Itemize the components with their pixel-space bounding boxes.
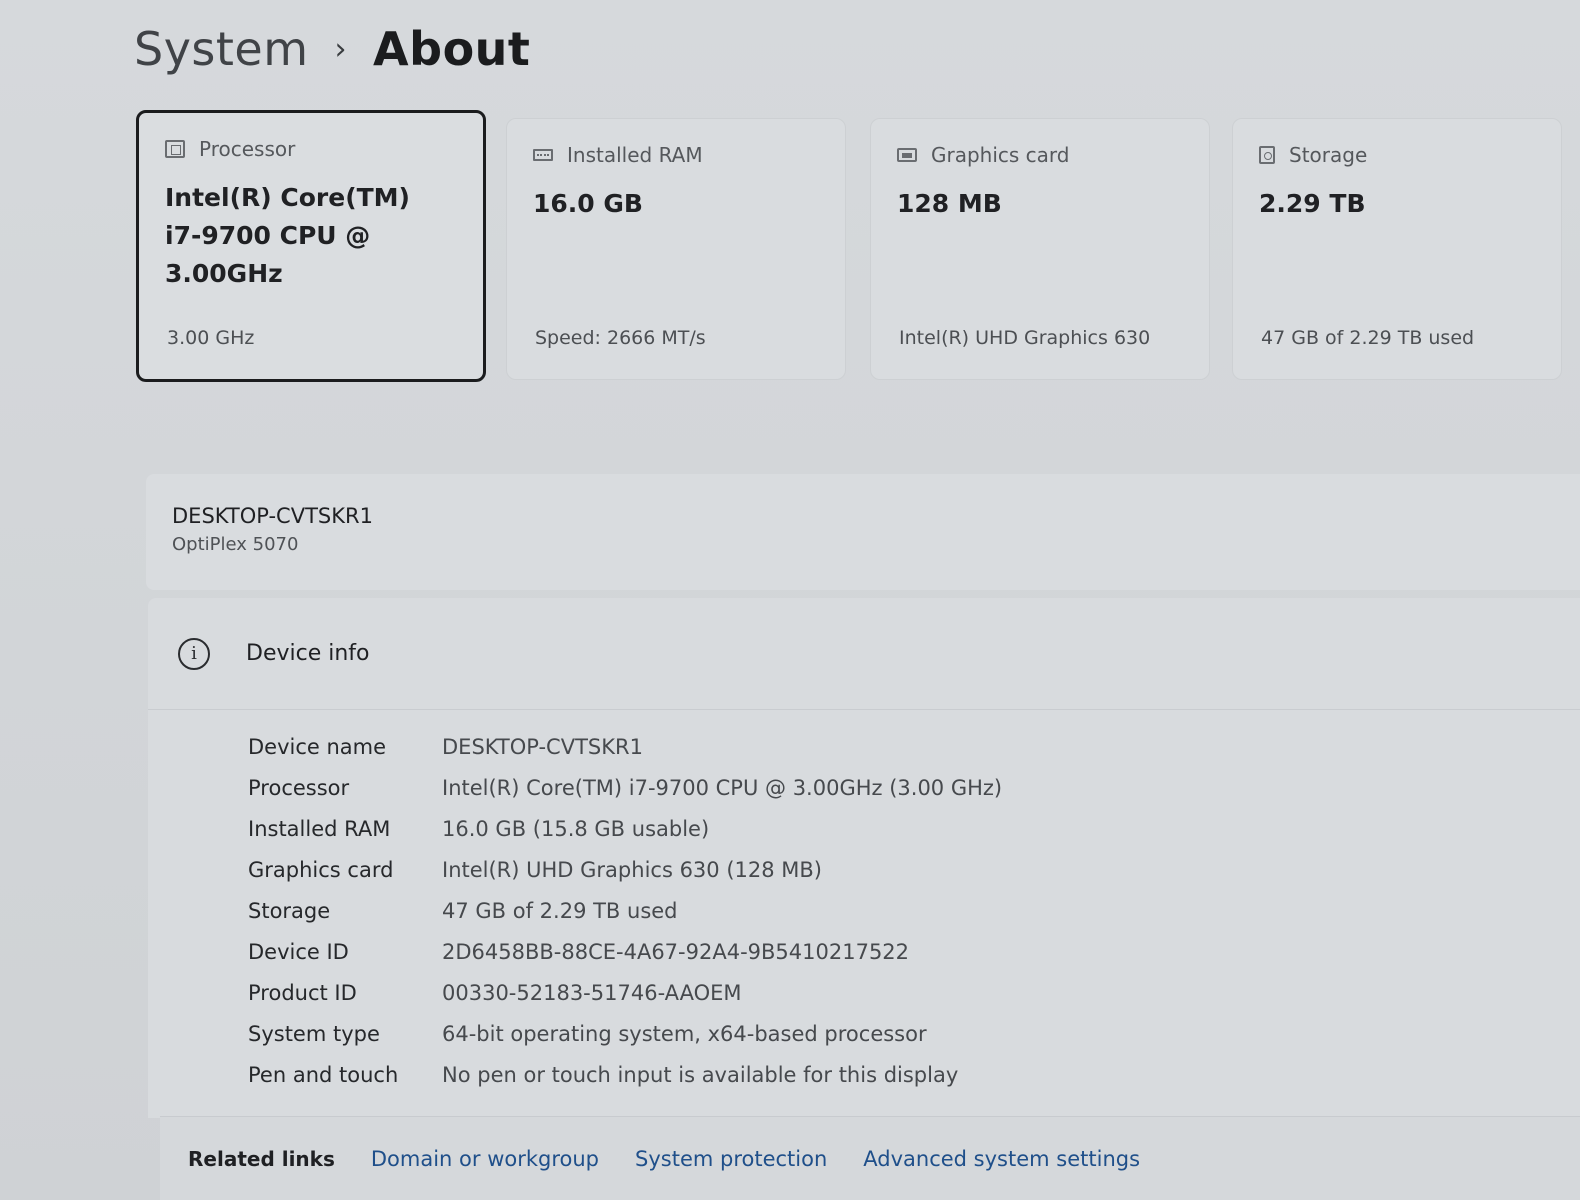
spec-row: Graphics card Intel(R) UHD Graphics 630 … xyxy=(248,849,1002,890)
spec-cards: Processor Intel(R) Core(TM) i7-9700 CPU … xyxy=(136,110,1580,390)
ram-card-value: 16.0 GB xyxy=(533,189,643,218)
about-page: System › About Processor Intel(R) Core(T… xyxy=(0,0,1580,1200)
spec-value: 2D6458BB-88CE-4A67-92A4-9B5410217522 xyxy=(442,939,910,964)
ram-icon xyxy=(533,149,553,161)
spec-row: Pen and touch No pen or touch input is a… xyxy=(248,1054,1002,1095)
spec-value: 47 GB of 2.29 TB used xyxy=(442,898,678,923)
domain-or-workgroup-link[interactable]: Domain or workgroup xyxy=(371,1147,599,1171)
spec-row: Product ID 00330-52183-51746-AAOEM xyxy=(248,972,1002,1013)
spec-value: DESKTOP-CVTSKR1 xyxy=(442,734,643,759)
device-info-header[interactable]: i Device info xyxy=(148,598,1580,710)
spec-key: Storage xyxy=(248,898,331,923)
breadcrumb-system[interactable]: System xyxy=(134,22,309,76)
storage-card-sub: 47 GB of 2.29 TB used xyxy=(1261,327,1475,349)
spec-key: Installed RAM xyxy=(248,816,391,841)
ram-card-sub: Speed: 2666 MT/s xyxy=(535,327,706,349)
graphics-card-card[interactable]: Graphics card 128 MB Intel(R) UHD Graphi… xyxy=(870,118,1210,380)
spec-row: Device ID 2D6458BB-88CE-4A67-92A4-9B5410… xyxy=(248,931,1002,972)
graphics-card-title: Graphics card xyxy=(931,143,1070,167)
spec-value: 00330-52183-51746-AAOEM xyxy=(442,980,742,1005)
breadcrumb: System › About xyxy=(134,22,530,76)
storage-card-title: Storage xyxy=(1289,143,1368,167)
spec-value: 16.0 GB (15.8 GB usable) xyxy=(442,816,710,841)
advanced-system-settings-link[interactable]: Advanced system settings xyxy=(863,1147,1140,1171)
device-info-title: Device info xyxy=(246,641,370,666)
spec-row: Storage 47 GB of 2.29 TB used xyxy=(248,890,1002,931)
spec-value: Intel(R) UHD Graphics 630 (128 MB) xyxy=(442,857,822,882)
spec-key: Device name xyxy=(248,734,387,759)
spec-key: Pen and touch xyxy=(248,1062,399,1087)
processor-card[interactable]: Processor Intel(R) Core(TM) i7-9700 CPU … xyxy=(136,110,486,382)
spec-row: Device name DESKTOP-CVTSKR1 xyxy=(248,726,1002,767)
storage-card-value: 2.29 TB xyxy=(1259,189,1366,218)
spec-row: System type 64-bit operating system, x64… xyxy=(248,1013,1002,1054)
spec-key: System type xyxy=(248,1021,380,1046)
graphics-card-icon xyxy=(897,148,917,162)
device-specs-list: Device name DESKTOP-CVTSKR1 Processor In… xyxy=(248,726,1002,1095)
device-name: DESKTOP-CVTSKR1 xyxy=(172,504,373,528)
spec-value: Intel(R) Core(TM) i7-9700 CPU @ 3.00GHz … xyxy=(442,775,1003,800)
storage-card[interactable]: Storage 2.29 TB 47 GB of 2.29 TB used xyxy=(1232,118,1562,380)
device-model: OptiPlex 5070 xyxy=(172,534,299,555)
graphics-card-value: 128 MB xyxy=(897,189,1002,218)
device-banner: DESKTOP-CVTSKR1 OptiPlex 5070 xyxy=(146,474,1580,590)
spec-row: Processor Intel(R) Core(TM) i7-9700 CPU … xyxy=(248,767,1002,808)
spec-row: Installed RAM 16.0 GB (15.8 GB usable) xyxy=(248,808,1002,849)
ram-card[interactable]: Installed RAM 16.0 GB Speed: 2666 MT/s xyxy=(506,118,846,380)
chevron-right-icon: › xyxy=(334,31,348,67)
spec-value: No pen or touch input is available for t… xyxy=(442,1062,959,1087)
info-icon: i xyxy=(178,637,210,670)
processor-icon xyxy=(165,140,185,158)
related-links-bar: Related links Domain or workgroup System… xyxy=(160,1116,1580,1200)
spec-key: Graphics card xyxy=(248,857,394,882)
graphics-card-sub: Intel(R) UHD Graphics 630 xyxy=(899,327,1151,349)
storage-icon xyxy=(1259,146,1275,164)
processor-card-sub: 3.00 GHz xyxy=(167,327,255,349)
spec-key: Device ID xyxy=(248,939,349,964)
processor-card-value: Intel(R) Core(TM) i7-9700 CPU @ 3.00GHz xyxy=(165,183,410,288)
page-title: About xyxy=(373,22,531,76)
spec-value: 64-bit operating system, x64-based proce… xyxy=(442,1021,927,1046)
related-links-title: Related links xyxy=(188,1146,335,1171)
system-protection-link[interactable]: System protection xyxy=(635,1147,827,1171)
device-info-section: i Device info Device name DESKTOP-CVTSKR… xyxy=(148,598,1580,1118)
ram-card-title: Installed RAM xyxy=(567,143,703,167)
spec-key: Processor xyxy=(248,775,350,800)
processor-card-title: Processor xyxy=(199,137,296,161)
spec-key: Product ID xyxy=(248,980,357,1005)
